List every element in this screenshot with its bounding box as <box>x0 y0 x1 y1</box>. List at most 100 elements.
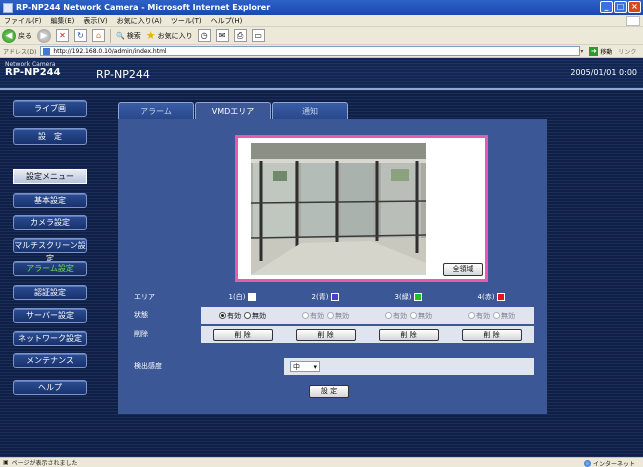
ie-app-icon <box>3 2 13 13</box>
area-1-enable-label: 有効 <box>227 311 241 320</box>
sidebar-item-multiscreen[interactable]: マルチスクリーン設定 <box>13 238 87 263</box>
sidebar-item-server[interactable]: サーバー設定 <box>13 308 87 323</box>
area-3-name: 3(緑) <box>394 292 412 301</box>
set-button[interactable]: 設 定 <box>309 385 349 398</box>
area-4-enable-radio[interactable]: 有効 <box>468 311 490 321</box>
window-title-bar: RP-NP244 Network Camera - Microsoft Inte… <box>0 0 643 15</box>
links-label[interactable]: リンク <box>618 47 636 56</box>
area-3-enable-label: 有効 <box>393 311 407 320</box>
refresh-icon[interactable]: ↻ <box>74 29 87 42</box>
sidebar-item-alarm[interactable]: アラーム設定 <box>13 261 87 276</box>
go-label: 移動 <box>600 48 613 56</box>
minimize-button[interactable]: _ <box>600 1 613 13</box>
area-3-disable-radio[interactable]: 無効 <box>410 311 432 321</box>
forward-button[interactable]: ▶ <box>37 28 51 43</box>
internet-zone-icon <box>583 460 591 467</box>
area-1-disable-label: 無効 <box>252 311 266 320</box>
menu-view[interactable]: 表示(V) <box>83 16 107 26</box>
menu-file[interactable]: ファイル(F) <box>4 16 42 26</box>
sidebar-item-basic[interactable]: 基本設定 <box>13 193 87 208</box>
area-2-delete-button[interactable]: 削 除 <box>295 328 356 341</box>
camera-image[interactable] <box>251 143 426 275</box>
vmd-preview-frame <box>235 135 488 282</box>
back-arrow-icon: ◀ <box>2 28 16 43</box>
area-2-disable-label: 無効 <box>335 311 349 320</box>
help-button[interactable]: ヘルプ <box>13 380 87 395</box>
area-3-header: 3(緑) <box>367 292 450 302</box>
sidebar-item-maintenance[interactable]: メンテナンス <box>13 353 87 368</box>
camera-header: Network Camera RP-NP244 RP-NP244 2005/01… <box>0 58 643 88</box>
address-label: アドレス(D) <box>3 48 37 56</box>
radio-empty-icon <box>410 312 417 319</box>
area-2-status: 有効 無効 <box>284 311 367 321</box>
menu-help[interactable]: ヘルプ(H) <box>211 16 243 26</box>
sensitivity-select[interactable]: 中 ▾ <box>290 361 320 372</box>
tab-bar: アラーム VMDエリア 通知 <box>118 102 349 121</box>
edit-icon[interactable]: ▭ <box>251 29 265 42</box>
home-icon[interactable]: ⌂ <box>92 29 105 42</box>
print-icon[interactable]: ⎙ <box>233 29 247 42</box>
menu-favorites[interactable]: お気に入り(A) <box>117 16 162 26</box>
area-4-disable-radio[interactable]: 無効 <box>493 311 515 321</box>
area-3-delete-button[interactable]: 削 除 <box>378 328 439 341</box>
mail-icon[interactable]: ✉ <box>215 29 229 42</box>
tab-notification[interactable]: 通知 <box>272 102 348 120</box>
area-1-enable-radio[interactable]: 有効 <box>219 311 241 321</box>
area-4-enable-label: 有効 <box>476 311 490 320</box>
sensitivity-row: 検出感度 中 ▾ <box>128 358 534 375</box>
area-4-name: 4(赤) <box>477 292 495 301</box>
back-label: 戻る <box>18 31 32 40</box>
maximize-button[interactable]: □ <box>614 1 627 13</box>
area-2-header: 2(青) <box>284 292 367 302</box>
area-1-delete-button[interactable]: 削 除 <box>212 328 273 341</box>
radio-empty-icon <box>244 312 251 319</box>
area-1-disable-radio[interactable]: 無効 <box>244 311 266 321</box>
windows-logo-icon <box>626 16 640 26</box>
sidebar-item-camera[interactable]: カメラ設定 <box>13 215 87 230</box>
browser-toolbar: ◀ 戻る ▶ ✕ ↻ ⌂ 🔍 検索 ★ お気に入り ◷ ✉ ⎙ ▭ <box>0 27 643 45</box>
go-arrow-icon: ➜ <box>589 46 599 56</box>
area-1-header: 1(白) <box>201 292 284 302</box>
radio-selected-icon <box>219 312 226 319</box>
menu-tools[interactable]: ツール(T) <box>171 16 202 26</box>
forward-arrow-icon: ▶ <box>37 28 51 43</box>
area-4-delete-button[interactable]: 削 除 <box>461 328 522 341</box>
radio-empty-icon <box>385 312 392 319</box>
tab-alarm[interactable]: アラーム <box>118 102 194 120</box>
favorites-button[interactable]: ★ お気に入り <box>146 29 193 42</box>
address-url: http://192.168.0.10/admin/index.html <box>53 47 167 55</box>
sensitivity-value-cell: 中 ▾ <box>284 358 534 375</box>
area-2-enable-radio[interactable]: 有効 <box>302 311 324 321</box>
close-button[interactable]: × <box>628 1 641 13</box>
search-button[interactable]: 🔍 検索 <box>116 31 141 41</box>
area-2-disable-radio[interactable]: 無効 <box>327 311 349 321</box>
radio-empty-icon <box>493 312 500 319</box>
stop-icon[interactable]: ✕ <box>56 29 69 42</box>
security-zone: インターネット <box>583 459 635 467</box>
full-area-button[interactable]: 全領域 <box>443 263 483 276</box>
settings-button[interactable]: 設 定 <box>13 128 87 145</box>
settings-menu-title: 設定メニュー <box>13 169 87 184</box>
sensitivity-label: 検出感度 <box>128 358 284 375</box>
menu-edit[interactable]: 編集(E) <box>51 16 75 26</box>
live-button[interactable]: ライブ画 <box>13 100 87 117</box>
area-2-name: 2(青) <box>311 292 329 301</box>
status-label: 状態 <box>128 307 201 324</box>
area-4-color-swatch <box>497 292 506 301</box>
back-button[interactable]: ◀ 戻る <box>2 28 32 43</box>
datetime-display: 2005/01/01 0:00 <box>570 68 637 77</box>
favorites-star-icon: ★ <box>145 29 156 42</box>
radio-empty-icon <box>302 312 309 319</box>
favorites-label: お気に入り <box>157 31 193 40</box>
area-label: エリア <box>134 292 155 301</box>
area-3-enable-radio[interactable]: 有効 <box>385 311 407 321</box>
page-loaded-icon: ▣ <box>3 459 9 466</box>
sidebar-item-network[interactable]: ネットワーク設定 <box>13 331 87 346</box>
history-icon[interactable]: ◷ <box>197 29 211 42</box>
area-4-header: 4(赤) <box>450 292 533 302</box>
search-icon: 🔍 <box>116 31 125 40</box>
sidebar-item-auth[interactable]: 認証設定 <box>13 285 87 300</box>
address-input[interactable]: http://192.168.0.10/admin/index.html <box>40 46 581 56</box>
go-button[interactable]: ➜ 移動 <box>589 46 613 56</box>
address-dropdown-icon[interactable]: ▾ <box>580 48 583 55</box>
